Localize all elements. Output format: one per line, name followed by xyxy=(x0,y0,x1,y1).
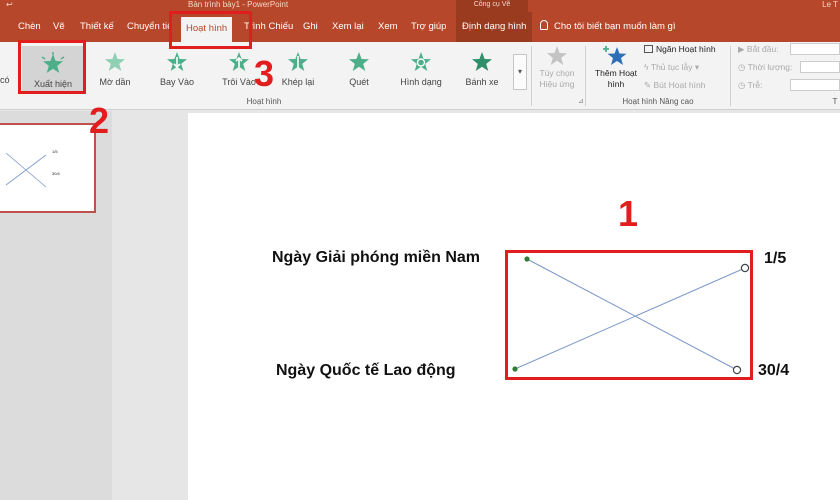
effect-label: Hình dạng xyxy=(400,77,442,87)
animation-pane-label: Ngăn Hoạt hình xyxy=(656,44,716,54)
annotation-number-2: 2 xyxy=(89,100,110,141)
tab-design[interactable]: Thiết kế xyxy=(80,12,114,42)
fade-star-icon xyxy=(105,52,125,71)
tab-draw[interactable]: Vẽ xyxy=(53,12,65,42)
shape-star-icon xyxy=(411,52,431,71)
tab-transitions[interactable]: Chuyển tiếp xyxy=(127,12,173,42)
slide-thumbnail-pane: 1/5 30/4 xyxy=(0,111,112,500)
effect-fade[interactable]: Mờ dần xyxy=(84,46,146,94)
effect-options-button[interactable]: Tùy chọn Hiệu ứng xyxy=(532,44,582,90)
effect-wipe[interactable]: Quét xyxy=(328,46,390,94)
start-label: Bắt đầu: xyxy=(746,44,779,54)
dialog-launcher-icon[interactable]: ⊿ xyxy=(578,97,584,105)
lightning-icon: ϟ xyxy=(644,62,651,72)
delay-input[interactable] xyxy=(790,79,840,91)
effect-options-line2: Hiệu ứng xyxy=(539,79,575,89)
effect-options-star-icon xyxy=(547,46,567,65)
title-bar: ↩ Bản trình bày1 - PowerPoint Công cụ Vẽ… xyxy=(0,0,840,12)
chevron-down-icon: ▾ xyxy=(517,67,522,76)
tab-shape-format[interactable]: Định dạng hình xyxy=(456,12,533,42)
ribbon-tab-bar: Chèn Vẽ Thiết kế Chuyển tiếp Hoạt hình T… xyxy=(0,12,840,42)
fly-in-star-icon xyxy=(167,52,187,71)
effect-split[interactable]: Khép lại xyxy=(267,46,329,94)
highlight-box-lines xyxy=(505,250,753,380)
gallery-more-button[interactable]: ▾ xyxy=(513,54,527,90)
highlight-box-animations-tab xyxy=(169,11,252,49)
tab-help[interactable]: Trợ giúp xyxy=(411,12,446,42)
group-label-timing: T xyxy=(832,97,838,106)
annotation-number-1: 1 xyxy=(618,193,639,234)
add-animation-button[interactable]: Thêm Hoạt hình xyxy=(588,44,644,90)
tab-view[interactable]: Xem xyxy=(378,12,398,42)
tell-me-text: Cho tôi biết bạn muốn làm gì xyxy=(554,21,676,32)
delay-label: Trễ: xyxy=(747,80,763,90)
effect-label: Mờ dần xyxy=(99,77,131,87)
animation-pane-icon xyxy=(644,45,653,53)
preview-icon xyxy=(0,50,2,72)
start-row: ▶ Bắt đầu: xyxy=(738,44,779,55)
quick-access-undo[interactable]: ↩ xyxy=(6,0,13,9)
duration-input[interactable] xyxy=(800,61,840,73)
add-animation-line1: Thêm Hoạt xyxy=(594,68,638,78)
tab-insert[interactable]: Chèn xyxy=(18,12,41,42)
effect-label: Bay Vào xyxy=(159,77,195,87)
tell-me-search[interactable]: Cho tôi biết bạn muốn làm gì xyxy=(540,12,675,42)
play-icon: ▶ xyxy=(738,44,747,54)
lightbulb-icon xyxy=(540,20,548,30)
duration-row: ◷ Thời lượng: xyxy=(738,62,792,73)
trigger-button[interactable]: ϟ Thủ tục lẫy ▾ xyxy=(644,62,699,73)
animation-painter-button[interactable]: ✎ Bút Hoạt hình xyxy=(644,80,705,91)
document-title: Bản trình bày1 - PowerPoint xyxy=(188,0,289,9)
group-divider xyxy=(585,46,586,106)
effect-fly-in[interactable]: Bay Vào xyxy=(146,46,208,94)
thumbnail-label-1: 1/5 xyxy=(52,149,58,154)
float-in-star-icon xyxy=(229,52,249,71)
duration-label: Thời lượng: xyxy=(747,62,793,72)
tab-review[interactable]: Xem lại xyxy=(332,12,364,42)
effect-label: Khép lại xyxy=(281,77,315,87)
trigger-label: Thủ tục lẫy xyxy=(650,62,693,72)
clock-icon: ◷ xyxy=(738,62,748,72)
group-label-advanced: Hoạt hình Nâng cao xyxy=(622,97,694,106)
add-animation-line2: hình xyxy=(607,79,625,89)
effect-label: Bánh xe xyxy=(465,77,499,87)
effect-wheel[interactable]: Bánh xe xyxy=(451,46,513,94)
group-divider xyxy=(730,46,731,106)
group-label-animation: Hoạt hình xyxy=(246,97,282,106)
user-name[interactable]: Le T xyxy=(822,0,838,9)
split-star-icon xyxy=(288,52,308,71)
thumbnail-lines xyxy=(5,152,47,188)
effect-shape[interactable]: Hình dạng xyxy=(390,46,452,94)
slide-thumbnail[interactable]: 1/5 30/4 xyxy=(0,123,96,213)
effect-options-line1: Tùy chọn xyxy=(539,68,575,78)
ribbon-animations: có Xuất hiện Mờ dần Bay Vào Trôi Vào Khé… xyxy=(0,42,840,110)
highlight-box-appear xyxy=(18,40,86,94)
preview-label: có xyxy=(0,75,10,85)
chevron-down-icon: ▾ xyxy=(692,62,700,72)
animation-painter-label: Bút Hoạt hình xyxy=(653,80,706,90)
delay-clock-icon: ◷ xyxy=(738,80,748,90)
thumbnail-label-2: 30/4 xyxy=(52,171,60,176)
animation-pane-button[interactable]: Ngăn Hoạt hình xyxy=(644,44,716,54)
tab-record[interactable]: Ghi xyxy=(303,12,318,42)
annotation-number-3: 3 xyxy=(254,53,275,94)
effect-label: Trôi Vào xyxy=(222,77,256,87)
effect-label: Quét xyxy=(349,77,369,87)
delay-row: ◷ Trễ: xyxy=(738,80,762,91)
add-animation-star-icon xyxy=(603,46,627,65)
start-dropdown[interactable] xyxy=(790,43,840,55)
context-group-label: Công cụ Vẽ xyxy=(456,0,528,12)
wipe-star-icon xyxy=(349,52,369,71)
wheel-star-icon xyxy=(472,52,492,71)
